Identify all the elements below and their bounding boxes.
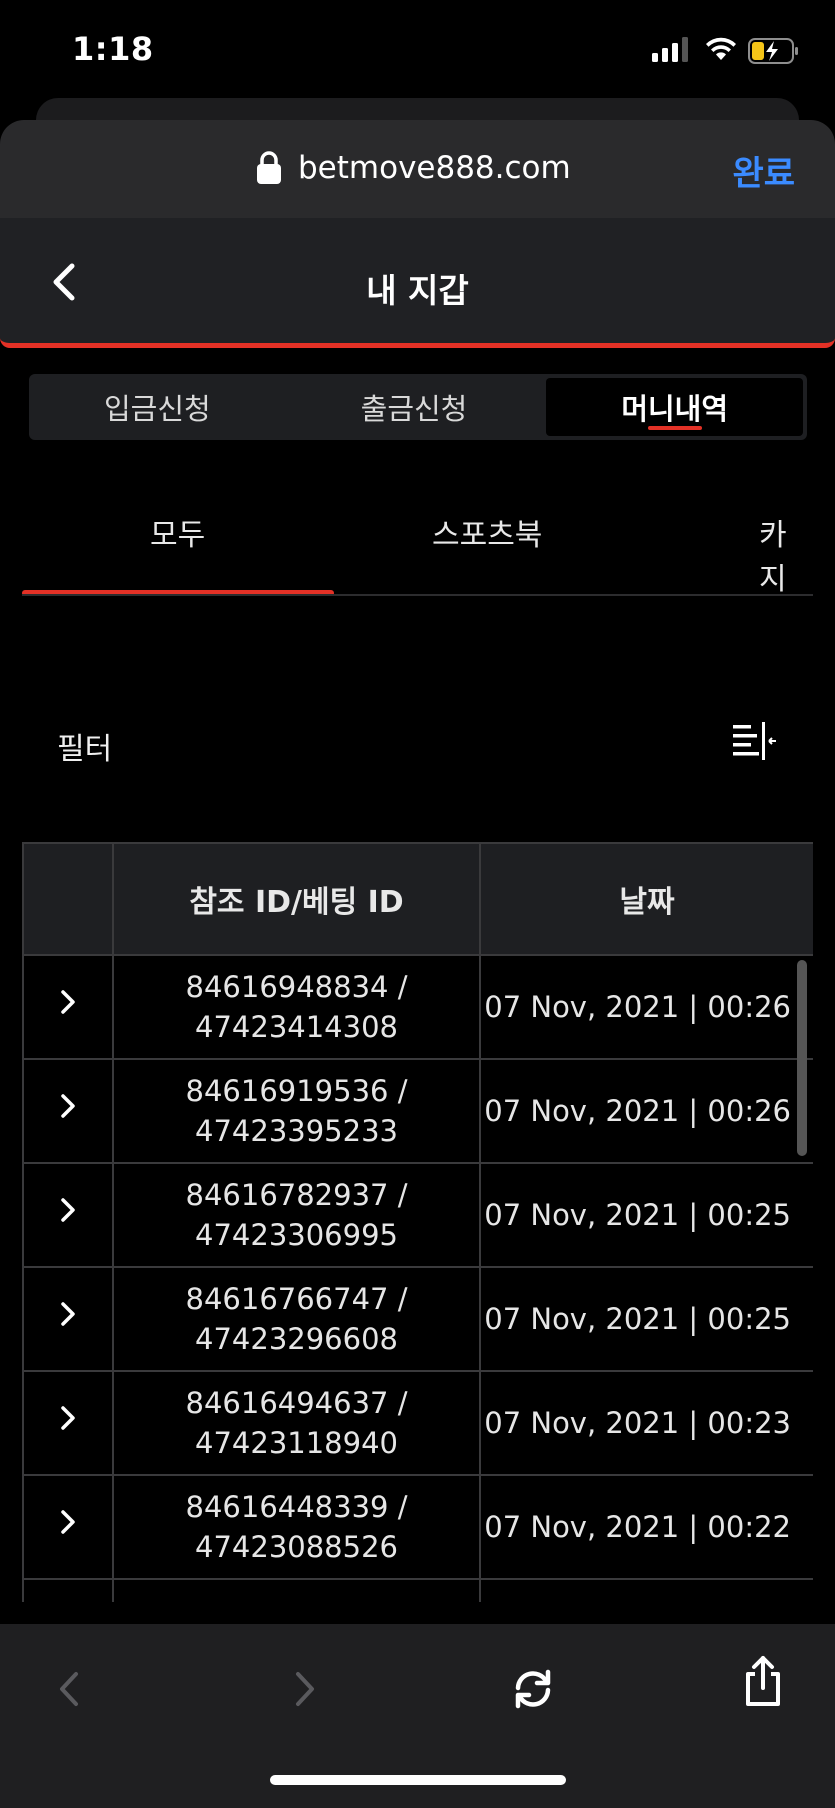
ref-id: 84616494637 / xyxy=(185,1386,408,1420)
date-cell xyxy=(479,1578,813,1602)
tab-withdraw-request[interactable]: 출금신청 xyxy=(286,374,543,440)
browser-back-icon[interactable] xyxy=(46,1664,96,1714)
date-cell: 07 Nov, 2021 | 00:26 xyxy=(479,954,813,1060)
table-row[interactable]: 84616766747 / 47423296608 07 Nov, 2021 | … xyxy=(22,1266,813,1372)
tab-all[interactable]: 모두 xyxy=(150,510,205,554)
date-cell: 07 Nov, 2021 | 00:25 xyxy=(479,1162,813,1268)
table-scrollbar[interactable] xyxy=(797,960,807,1156)
date-cell: 07 Nov, 2021 | 00:26 xyxy=(479,1058,813,1164)
app-header: 내 지갑 xyxy=(0,218,835,348)
share-icon[interactable] xyxy=(738,1654,788,1710)
active-category-indicator xyxy=(22,590,334,594)
ref-id: 84616782937 / xyxy=(185,1178,408,1212)
chevron-right-icon[interactable] xyxy=(57,986,79,1018)
ref-bet-id-cell: 84616782937 / 47423306995 xyxy=(112,1162,481,1268)
home-indicator[interactable] xyxy=(270,1775,566,1785)
tab-label: 입금신청 xyxy=(103,392,211,426)
date-cell: 07 Nov, 2021 | 00:22 xyxy=(479,1474,813,1580)
table-row[interactable]: 84616442848 / xyxy=(22,1578,813,1602)
bet-id: 47423088526 xyxy=(195,1530,398,1564)
chevron-right-icon[interactable] xyxy=(57,1506,79,1538)
wifi-icon xyxy=(706,37,736,60)
tab-casino[interactable]: 카지 xyxy=(759,510,813,594)
ref-bet-id-cell: 84616442848 / xyxy=(112,1578,481,1602)
bet-id: 47423306995 xyxy=(195,1218,398,1252)
ref-bet-id-cell: 84616919536 / 47423395233 xyxy=(112,1058,481,1164)
filter-icon[interactable] xyxy=(728,720,778,762)
chevron-right-icon[interactable] xyxy=(57,1298,79,1330)
wallet-tabs: 입금신청 출금신청 머니내역 xyxy=(29,374,807,440)
ref-id: 84616948834 / xyxy=(185,970,408,1004)
tab-money-history[interactable]: 머니내역 xyxy=(546,378,804,436)
column-header-expand xyxy=(22,842,114,956)
browser-forward-icon[interactable] xyxy=(278,1664,328,1714)
filter-label: 필터 xyxy=(57,732,113,767)
tab-sportsbook[interactable]: 스포츠북 xyxy=(432,510,542,554)
table-row[interactable]: 84616919536 / 47423395233 07 Nov, 2021 | … xyxy=(22,1058,813,1164)
reload-icon[interactable] xyxy=(508,1664,558,1714)
ref-id: 84616448339 / xyxy=(185,1490,408,1524)
ref-bet-id-cell: 84616448339 / 47423088526 xyxy=(112,1474,481,1580)
date-cell: 07 Nov, 2021 | 00:25 xyxy=(479,1266,813,1372)
bet-id: 47423414308 xyxy=(195,1010,398,1044)
status-time: 1:18 xyxy=(72,30,154,68)
done-button[interactable]: 완료 xyxy=(732,146,795,195)
battery-charging-icon xyxy=(748,38,798,64)
column-header-ref-id: 참조 ID/베팅 ID xyxy=(112,842,481,956)
chevron-right-icon[interactable] xyxy=(57,1402,79,1434)
tab-label: 출금신청 xyxy=(360,392,468,426)
table-row[interactable]: 84616782937 / 47423306995 07 Nov, 2021 | … xyxy=(22,1162,813,1268)
cellular-signal-icon xyxy=(652,36,688,62)
ref-bet-id-cell: 84616494637 / 47423118940 xyxy=(112,1370,481,1476)
chevron-right-icon[interactable] xyxy=(57,1194,79,1226)
column-header-date: 날짜 xyxy=(479,842,813,956)
tab-deposit-request[interactable]: 입금신청 xyxy=(29,374,286,440)
table-row[interactable]: 84616494637 / 47423118940 07 Nov, 2021 | … xyxy=(22,1370,813,1476)
table-row[interactable]: 84616948834 / 47423414308 07 Nov, 2021 | … xyxy=(22,954,813,1060)
chevron-right-icon[interactable] xyxy=(57,1090,79,1122)
date-cell: 07 Nov, 2021 | 00:23 xyxy=(479,1370,813,1476)
ref-bet-id-cell: 84616948834 / 47423414308 xyxy=(112,954,481,1060)
table-row[interactable]: 84616448339 / 47423088526 07 Nov, 2021 | … xyxy=(22,1474,813,1580)
bet-id: 47423118940 xyxy=(195,1426,398,1460)
ref-id: 84616919536 / xyxy=(185,1074,408,1108)
url-text[interactable]: betmove888.com xyxy=(298,150,571,186)
status-bar: 1:18 xyxy=(0,0,835,100)
bet-id: 47423395233 xyxy=(195,1114,398,1148)
ref-id: 84616766747 / xyxy=(185,1282,408,1316)
tab-label: 머니내역 xyxy=(621,392,729,426)
money-history-table[interactable]: 참조 ID/베팅 ID 날짜 84616948834 / 47423414308 … xyxy=(22,842,813,1602)
bet-id: 47423296608 xyxy=(195,1322,398,1356)
category-tabs: 모두 스포츠북 카지 xyxy=(22,486,813,596)
ref-bet-id-cell: 84616766747 / 47423296608 xyxy=(112,1266,481,1372)
browser-url-bar[interactable]: betmove888.com 완료 xyxy=(0,120,835,218)
page-title: 내 지갑 xyxy=(366,271,469,310)
active-tab-underline xyxy=(647,426,702,430)
lock-icon xyxy=(257,151,281,184)
